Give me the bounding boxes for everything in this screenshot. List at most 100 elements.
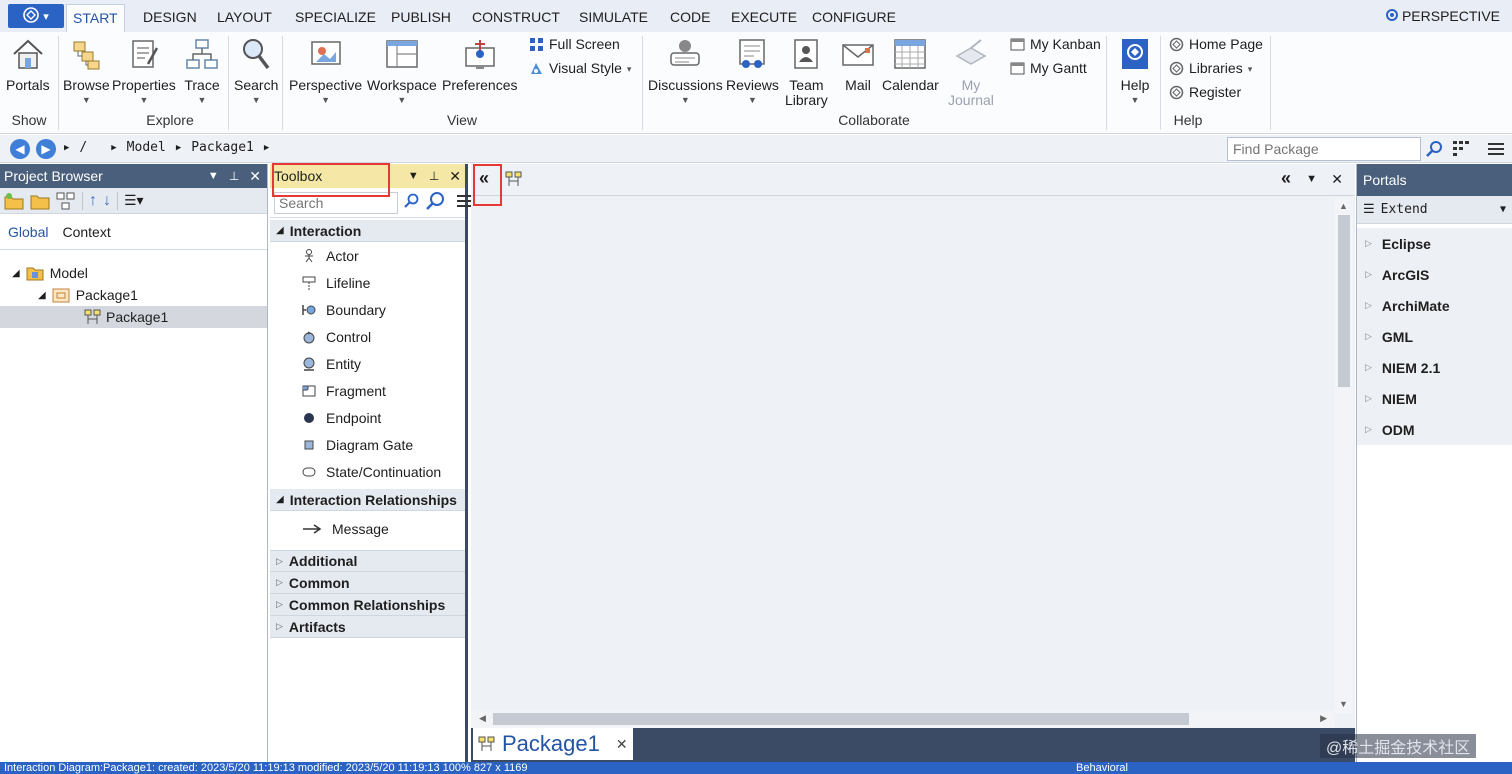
search-button[interactable]: Search ▼ <box>234 36 278 105</box>
my-gantt-button[interactable]: My Gantt <box>1010 60 1087 76</box>
toolbox-item-entity[interactable]: Entity <box>270 350 465 377</box>
expand-arrow-icon[interactable]: ▷ <box>1365 331 1372 342</box>
workspace-button[interactable]: Workspace ▼ <box>367 36 437 105</box>
tree-item-model[interactable]: ◢ Model <box>0 262 267 284</box>
breadcrumb-arrow-icon[interactable]: ▶ <box>111 143 116 153</box>
expand-arrow-icon[interactable]: ◢ <box>276 494 284 505</box>
portal-item-odm[interactable]: ▷ ODM <box>1357 414 1512 445</box>
forward-button[interactable]: ▶ <box>36 139 56 159</box>
properties-button[interactable]: Properties ▼ <box>112 36 176 105</box>
toolbox-item-control[interactable]: Control <box>270 323 465 350</box>
grid-view-icon[interactable] <box>1453 140 1473 161</box>
collapse-arrow-icon[interactable]: ▷ <box>276 556 283 567</box>
toolbox-item-boundary[interactable]: Boundary <box>270 296 465 323</box>
tab-global[interactable]: Global <box>8 224 48 240</box>
section-common[interactable]: ▷ Common <box>270 572 465 594</box>
register-button[interactable]: Register <box>1169 84 1241 100</box>
menu-icon[interactable]: ☰▾ <box>124 192 144 209</box>
expand-arrow-icon[interactable]: ▷ <box>1365 238 1372 249</box>
tree-item-diagram[interactable]: Package1 <box>0 306 267 328</box>
portals-dropdown[interactable]: ☰ Extend ▼ <box>1357 196 1512 224</box>
toolbox-item-lifeline[interactable]: Lifeline <box>270 269 465 296</box>
calendar-button[interactable]: Calendar <box>882 36 939 93</box>
close-icon[interactable]: ✕ <box>1331 171 1343 188</box>
portal-item-niem[interactable]: ▷ NIEM <box>1357 383 1512 414</box>
pin-icon[interactable]: ⊥ <box>429 169 439 183</box>
tab-context[interactable]: Context <box>62 224 110 240</box>
horizontal-scrollbar[interactable]: ◀ ▶ <box>471 710 1335 728</box>
diagram-canvas[interactable] <box>471 197 1337 713</box>
scroll-up-icon[interactable]: ▲ <box>1339 201 1348 211</box>
chevron-down-icon[interactable]: ▼ <box>408 170 419 182</box>
collapse-arrow-icon[interactable]: ▷ <box>276 599 283 610</box>
arrow-up-icon[interactable]: ↑ <box>89 192 97 210</box>
expand-arrow-icon[interactable]: ▷ <box>1365 393 1372 404</box>
close-icon[interactable]: ✕ <box>449 168 461 185</box>
tab-configure[interactable]: CONFIGURE <box>806 6 902 30</box>
tab-start[interactable]: START <box>66 4 125 32</box>
back-button[interactable]: ◀ <box>10 139 30 159</box>
my-kanban-button[interactable]: My Kanban <box>1010 36 1101 52</box>
toolbox-item-actor[interactable]: Actor <box>270 242 465 269</box>
tab-layout[interactable]: LAYOUT <box>211 6 278 30</box>
breadcrumb-arrow-icon[interactable]: ▶ <box>176 143 181 153</box>
breadcrumb-model[interactable]: Model <box>127 140 166 155</box>
app-menu-button[interactable]: ▾ <box>8 4 64 28</box>
scrollbar-thumb[interactable] <box>1338 215 1350 387</box>
home-page-button[interactable]: Home Page <box>1169 36 1263 52</box>
discussions-button[interactable]: Discussions ▼ <box>648 36 723 105</box>
perspective-menu[interactable]: PERSPECTIVE <box>1385 8 1500 24</box>
toolbox-item-message[interactable]: Message <box>270 515 465 542</box>
breadcrumb-arrow-icon[interactable]: ▶ <box>264 143 269 153</box>
breadcrumb-arrow-icon[interactable]: ▶ <box>64 143 69 153</box>
expand-arrow-icon[interactable]: ▷ <box>1365 300 1372 311</box>
section-interaction[interactable]: ◢ Interaction <box>270 220 465 242</box>
tab-specialize[interactable]: SPECIALIZE <box>289 6 382 30</box>
search-icon[interactable] <box>404 193 420 212</box>
help-button[interactable]: Help ▼ <box>1117 36 1153 105</box>
pin-icon[interactable]: ⊥ <box>229 169 239 183</box>
search-icon[interactable] <box>1426 140 1444 161</box>
breadcrumb-root[interactable]: / <box>79 140 87 155</box>
expand-arrow-icon[interactable]: ◢ <box>38 290 46 301</box>
section-common-relationships[interactable]: ▷ Common Relationships <box>270 594 465 616</box>
portal-item-eclipse[interactable]: ▷ Eclipse <box>1357 228 1512 259</box>
chevron-down-icon[interactable]: ▼ <box>208 170 219 182</box>
section-artifacts[interactable]: ▷ Artifacts <box>270 616 465 638</box>
folder-icon[interactable] <box>30 192 50 210</box>
close-tab-icon[interactable]: ✕ <box>616 736 628 753</box>
scrollbar-thumb[interactable] <box>493 713 1189 725</box>
collapse-arrow-icon[interactable]: ▷ <box>276 621 283 632</box>
diagram-icon[interactable] <box>56 192 76 210</box>
libraries-button[interactable]: Libraries ▾ <box>1169 60 1252 76</box>
scroll-right-icon[interactable]: ▶ <box>1320 713 1327 724</box>
tab-simulate[interactable]: SIMULATE <box>573 6 654 30</box>
tab-execute[interactable]: EXECUTE <box>725 6 803 30</box>
toolbox-item-fragment[interactable]: Fragment <box>270 377 465 404</box>
portal-item-archimate[interactable]: ▷ ArchiMate <box>1357 290 1512 321</box>
tab-construct[interactable]: CONSTRUCT <box>466 6 566 30</box>
perspective-button[interactable]: Perspective ▼ <box>289 36 362 105</box>
tab-design[interactable]: DESIGN <box>137 6 203 30</box>
arrow-down-icon[interactable]: ↓ <box>103 192 111 210</box>
team-library-button[interactable]: Team Library <box>785 36 828 108</box>
toolbox-item-diagram-gate[interactable]: Diagram Gate <box>270 431 465 458</box>
preferences-button[interactable]: Preferences <box>442 36 517 93</box>
menu-icon[interactable] <box>1487 141 1505 160</box>
expand-arrow-icon[interactable]: ◢ <box>12 268 20 279</box>
toolbox-item-state-continuation[interactable]: State/Continuation <box>270 458 465 485</box>
portals-button[interactable]: Portals <box>6 36 50 93</box>
chevron-down-icon[interactable]: ▼ <box>1306 173 1317 185</box>
scroll-down-icon[interactable]: ▼ <box>1339 699 1348 709</box>
reviews-button[interactable]: Reviews ▼ <box>726 36 779 105</box>
visual-style-button[interactable]: Visual Style ▾ <box>529 60 631 76</box>
find-icon[interactable] <box>426 191 446 214</box>
portal-item-gml[interactable]: ▷ GML <box>1357 321 1512 352</box>
diagram-tab-package1[interactable]: Package1 ✕ <box>473 728 633 760</box>
portal-item-niem-2-1[interactable]: ▷ NIEM 2.1 <box>1357 352 1512 383</box>
expand-arrow-icon[interactable]: ▷ <box>1365 424 1372 435</box>
section-additional[interactable]: ▷ Additional <box>270 550 465 572</box>
scroll-left-icon[interactable]: ◀ <box>479 713 486 724</box>
portal-item-arcgis[interactable]: ▷ ArcGIS <box>1357 259 1512 290</box>
toolbox-item-endpoint[interactable]: Endpoint <box>270 404 465 431</box>
